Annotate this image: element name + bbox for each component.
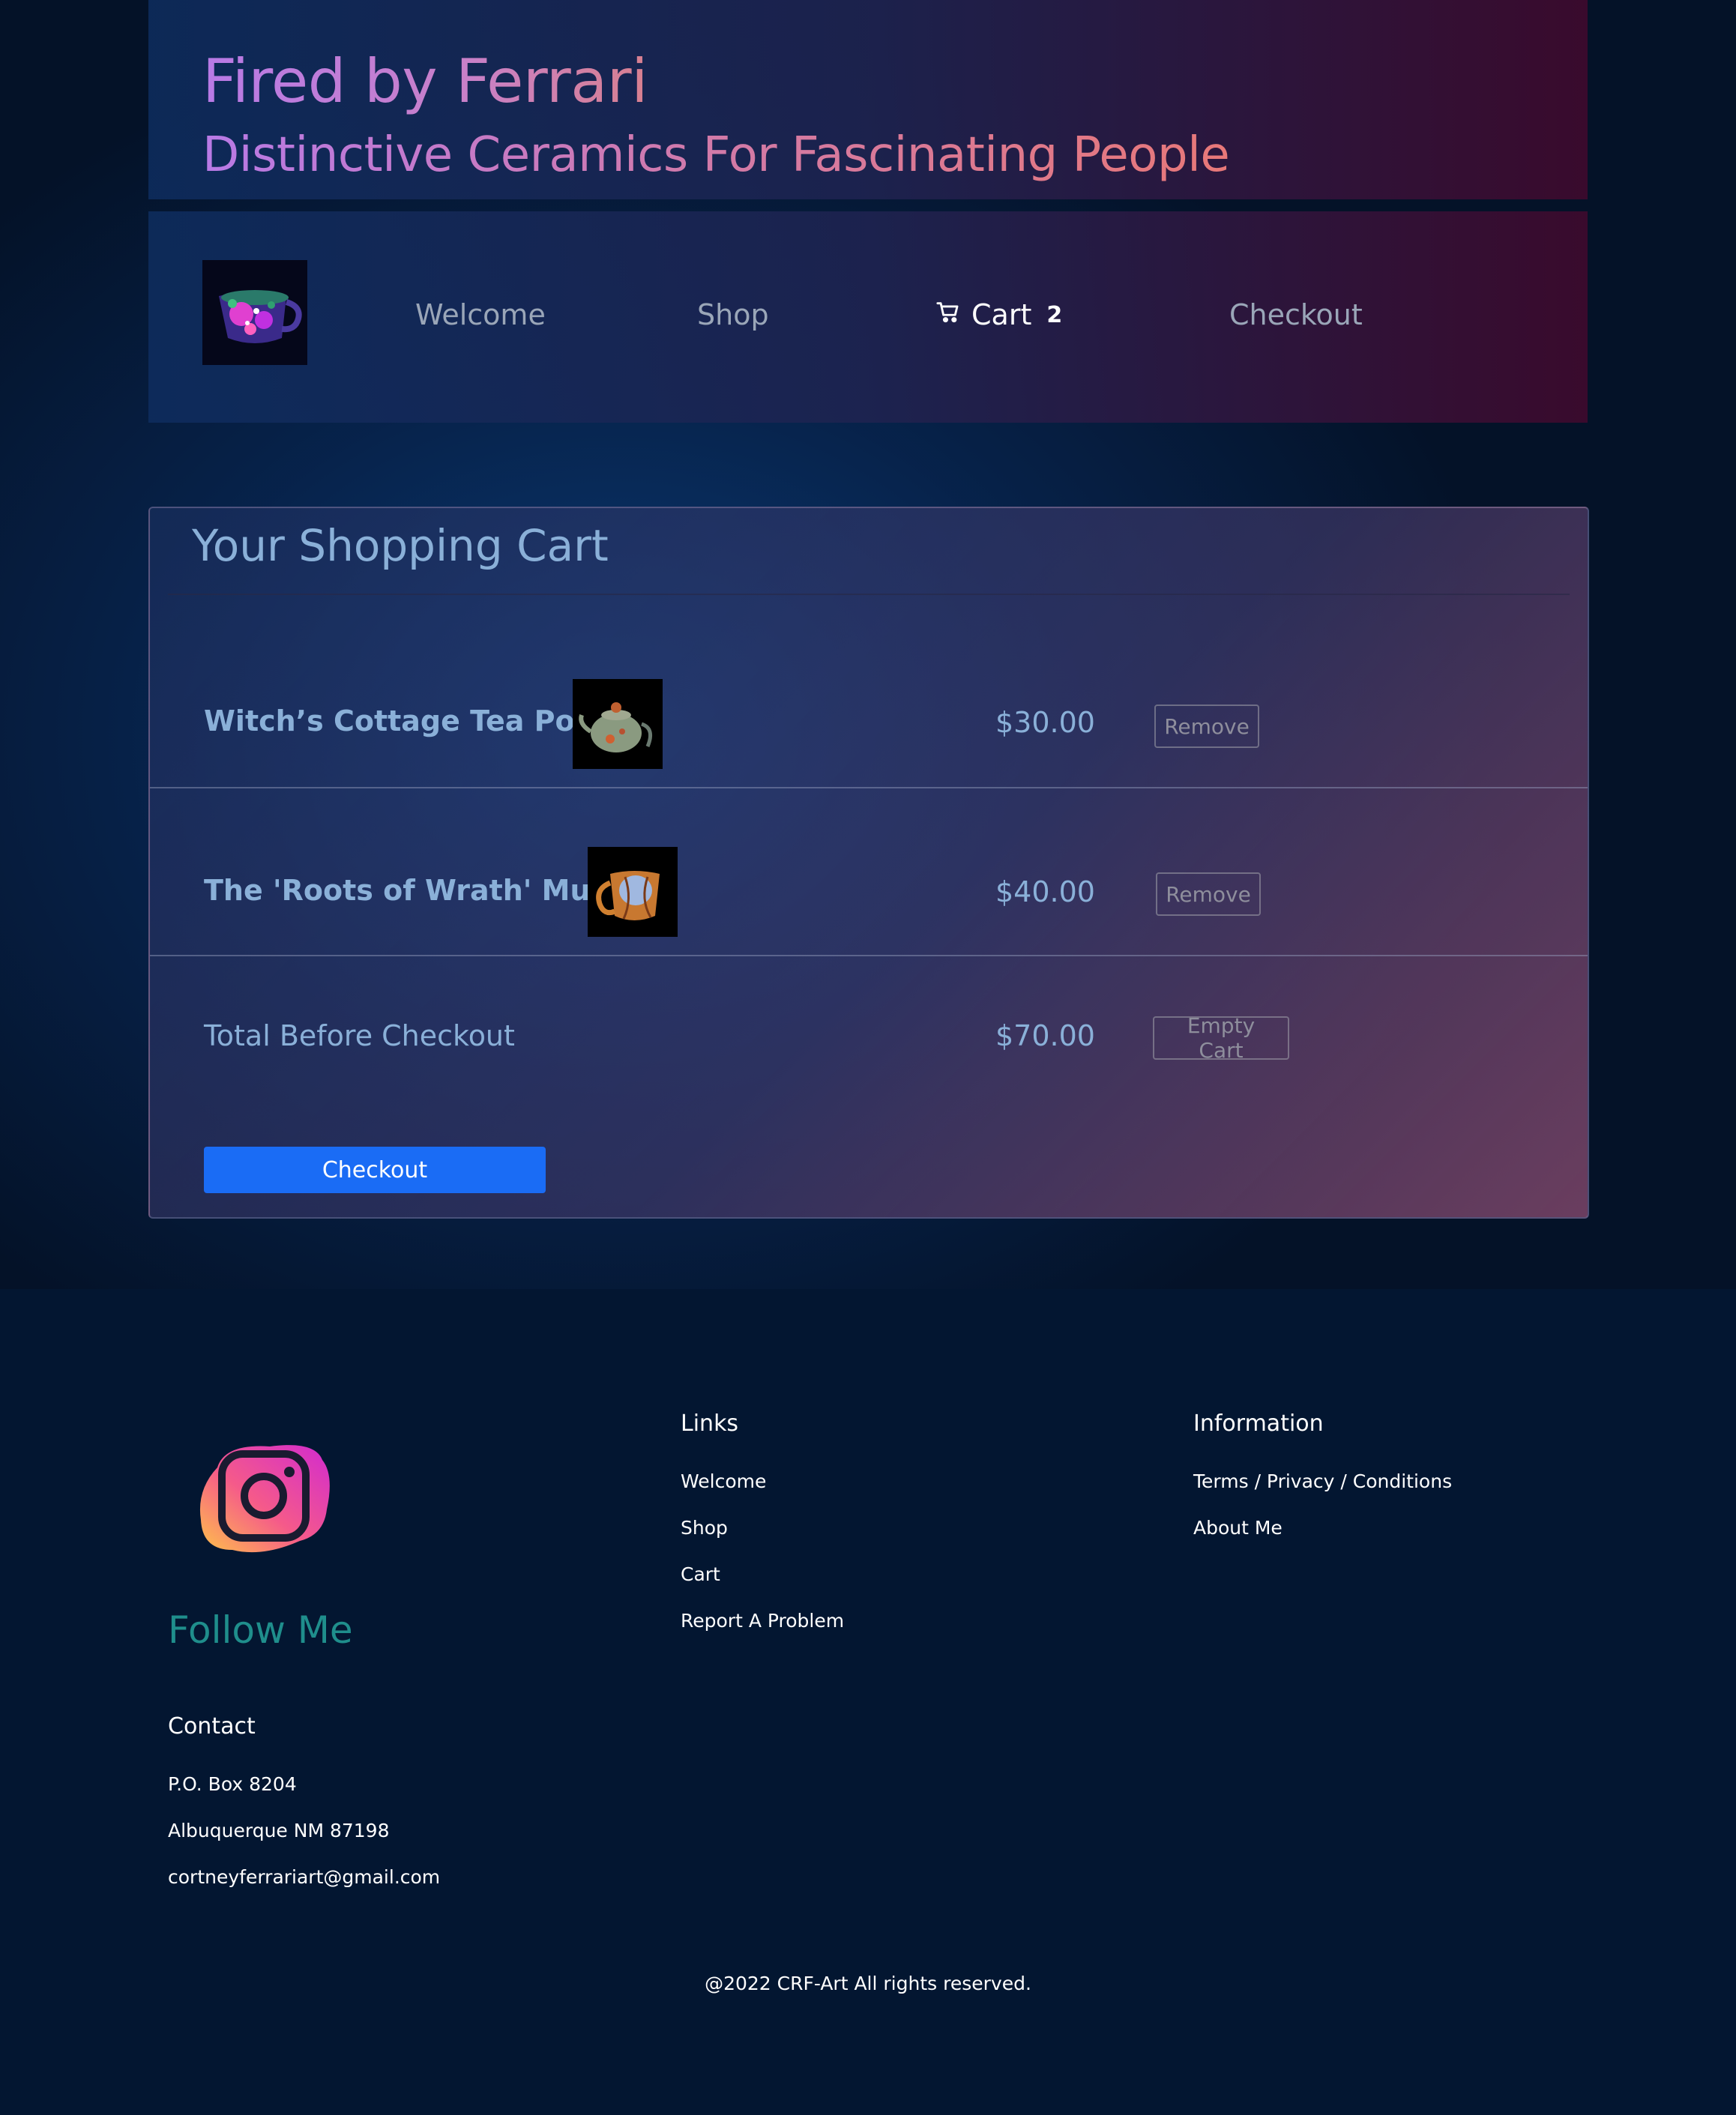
teapot-image [573,679,663,769]
nav-cart[interactable]: Cart 2 [935,298,1062,331]
information-title: Information [1193,1410,1324,1437]
contact-city: Albuquerque NM 87198 [168,1820,390,1841]
total-label: Total Before Checkout [204,1019,515,1052]
nav-cart-label: Cart [971,298,1032,331]
copyright: @2022 CRF-Art All rights reserved. [705,1973,1031,1994]
site-title: Fired by Ferrari [202,46,648,116]
divider [150,787,1588,788]
nav-shop[interactable]: Shop [697,298,769,331]
divider [150,955,1588,956]
footer-link-welcome[interactable]: Welcome [681,1470,766,1492]
contact-po-box: P.O. Box 8204 [168,1773,297,1795]
cart-panel: Your Shopping Cart Witch’s Cottage Tea P… [148,507,1589,1219]
footer-link-about[interactable]: About Me [1193,1517,1283,1539]
nav-welcome[interactable]: Welcome [415,298,546,331]
follow-me-label: Follow Me [168,1608,353,1652]
cart-item-name: Witch’s Cottage Tea Pot [204,705,588,737]
empty-cart-button[interactable]: Empty Cart [1153,1013,1289,1063]
footer-link-terms[interactable]: Terms / Privacy / Conditions [1193,1470,1452,1492]
mug-logo-icon[interactable] [202,260,307,365]
divider [168,594,1570,595]
cart-heading: Your Shopping Cart [192,520,609,571]
remove-button[interactable]: Remove [1156,872,1261,916]
contact-email[interactable]: cortneyferrariart@gmail.com [168,1866,440,1888]
checkout-button[interactable]: Checkout [204,1147,546,1193]
contact-title: Contact [168,1713,256,1740]
site-subtitle: Distinctive Ceramics For Fascinating Peo… [202,127,1230,183]
nav-checkout[interactable]: Checkout [1229,298,1363,331]
cart-count-badge: 2 [1046,301,1063,328]
cart-item-price: $40.00 [995,875,1095,908]
cart-item-price: $30.00 [995,706,1095,739]
instagram-icon[interactable] [195,1437,337,1565]
site-banner: Fired by Ferrari Distinctive Ceramics Fo… [148,0,1588,199]
remove-button[interactable]: Remove [1154,705,1259,748]
mug-image [588,847,678,937]
footer-link-shop[interactable]: Shop [681,1517,728,1539]
footer-link-cart[interactable]: Cart [681,1563,720,1585]
footer-link-report-problem[interactable]: Report A Problem [681,1610,844,1632]
cart-item-name: The 'Roots of Wrath' Mug [204,874,611,907]
total-price: $70.00 [995,1019,1095,1052]
links-title: Links [681,1410,739,1437]
cart-icon [935,298,961,331]
main-nav: Welcome Shop Cart 2 Checkout [148,211,1588,423]
